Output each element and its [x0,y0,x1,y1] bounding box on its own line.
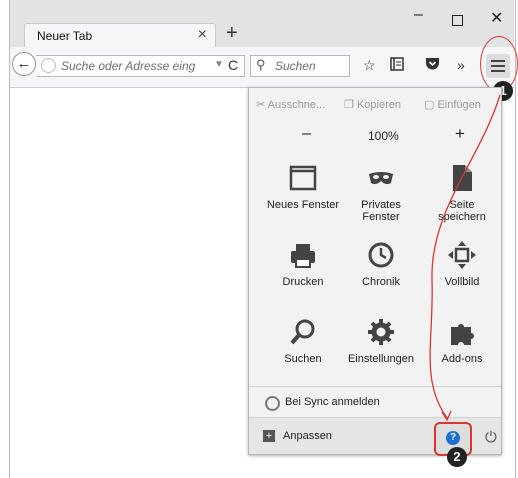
reload-button[interactable]: C [228,57,238,73]
fullscreen-button[interactable]: Vollbild [422,240,502,288]
minimize-button[interactable]: – [414,6,423,24]
addons-button[interactable]: Add-ons [422,317,502,365]
search-icon [288,317,318,347]
copy-icon: ❐ [344,99,354,111]
search-icon: ⚲ [256,57,266,72]
customize-plus-icon: + [263,430,275,442]
url-bar[interactable]: Suche oder Adresse eing ▼ C [36,55,245,77]
bookmark-star-icon[interactable]: ☆ [363,57,376,74]
close-window-button[interactable]: ✕ [490,8,503,28]
print-label: Drucken [282,276,324,288]
private-window-button[interactable]: Privates Fenster [341,163,421,223]
zoom-out-button[interactable]: – [302,125,311,143]
url-dropdown-icon[interactable]: ▼ [214,59,224,70]
new-window-label: Neues Fenster [266,199,340,211]
fullscreen-label: Vollbild [444,276,480,288]
zoom-controls: – 100% + [256,124,488,145]
history-button[interactable]: Chronik [341,240,421,288]
cut-label: Ausschne... [267,99,326,111]
save-page-label: Seite speichern [438,199,486,223]
settings-button[interactable]: Einstellungen [341,317,421,365]
url-placeholder: Suche oder Adresse eing [61,59,196,73]
close-tab-icon[interactable]: × [198,26,207,44]
print-button[interactable]: Drucken [263,240,343,288]
search-placeholder: Suchen [275,59,316,73]
paste-label: Einfügen [437,99,481,111]
sync-icon [265,396,280,411]
help-icon: ? [446,431,460,445]
zoom-in-button[interactable]: + [455,124,465,144]
puzzle-icon [447,317,477,347]
addons-label: Add-ons [441,353,483,365]
new-tab-button[interactable]: + [226,22,238,45]
fullscreen-icon [447,240,477,270]
copy-label: Kopieren [356,99,401,111]
quit-power-icon[interactable]: ⏻ [485,429,497,446]
find-button[interactable]: Suchen [263,317,343,365]
pocket-icon[interactable] [425,57,440,74]
customize-button[interactable]: Anpassen [283,430,332,442]
tab-neuer-tab[interactable]: Neuer Tab × [24,23,216,48]
back-button[interactable]: ← [12,52,36,76]
window-icon [288,163,318,193]
copy-button[interactable]: ❐ Kopieren [344,98,401,111]
scissors-icon: ✂ [256,99,266,111]
sync-label: Bei Sync anmelden [285,396,380,408]
bookmarks-list-icon[interactable] [390,57,404,74]
history-label: Chronik [362,276,400,288]
gear-icon [366,317,396,347]
tab-title: Neuer Tab [37,29,93,43]
annotation-badge-2: 2 [447,447,467,467]
mask-icon [366,163,396,193]
new-window-button[interactable]: Neues Fenster [263,163,343,211]
maximize-button[interactable] [452,15,463,26]
search-bar[interactable]: ⚲ Suchen [250,55,350,77]
printer-icon [288,240,318,270]
paste-button[interactable]: ▢ Einfügen [424,98,481,111]
clipboard-icon: ▢ [424,99,435,111]
globe-icon [41,58,56,73]
save-page-button[interactable]: Seite speichern [422,163,502,223]
settings-label: Einstellungen [347,353,415,365]
overflow-chevron-icon[interactable]: » [457,57,465,73]
sync-signin-button[interactable]: Bei Sync anmelden [249,386,501,417]
zoom-level[interactable]: 100% [368,129,399,143]
page-icon [447,163,477,193]
private-window-label: Privates Fenster [361,199,401,223]
clock-icon [366,240,396,270]
cut-button[interactable]: ✂ Ausschne... [256,98,325,111]
find-label: Suchen [284,353,322,365]
